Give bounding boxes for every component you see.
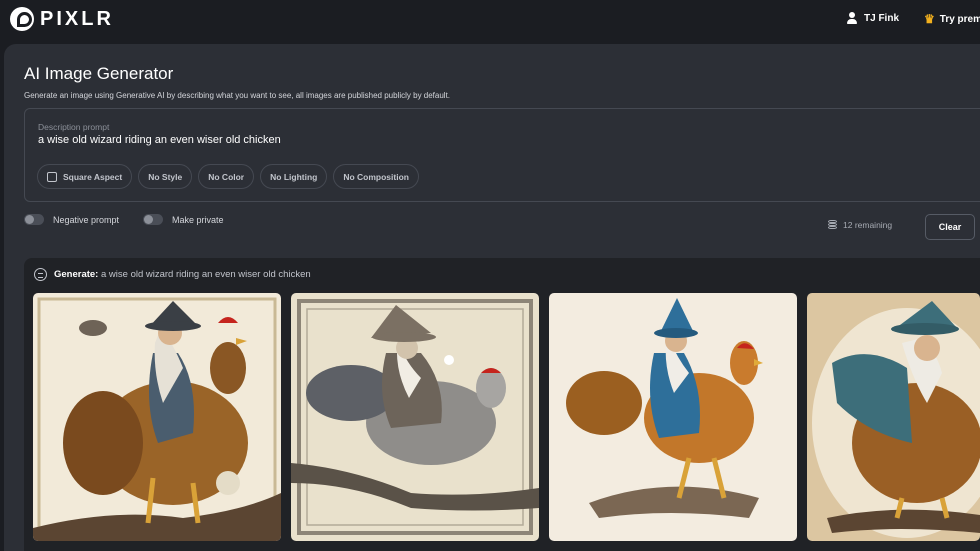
lighting-chip[interactable]: No Lighting [260, 164, 328, 189]
square-aspect-label: Square Aspect [63, 171, 123, 182]
generate-icon [34, 268, 47, 281]
square-aspect-icon [47, 171, 57, 182]
composition-chip[interactable]: No Composition [333, 164, 419, 189]
coins-icon [828, 220, 837, 230]
generate-label: Generate: [54, 269, 99, 280]
try-premium-button[interactable]: ♛ Try premium [924, 12, 980, 26]
prompt-box[interactable]: Description prompt a wise old wizard rid… [24, 108, 980, 202]
generated-image-4[interactable] [807, 293, 980, 541]
credits-remaining: 12 remaining [828, 220, 892, 230]
wizard-chicken-image-1 [33, 293, 281, 541]
wizard-chicken-image-4 [807, 293, 980, 541]
pixlr-logo-icon [10, 7, 34, 31]
brand-name: PIXLR [40, 7, 114, 30]
negative-prompt-toggle-row[interactable]: Negative prompt [24, 214, 119, 225]
make-private-toggle-row[interactable]: Make private [143, 214, 224, 225]
square-aspect-chip[interactable]: Square Aspect [37, 164, 133, 189]
generation-header: Generate: a wise old wizard riding an ev… [34, 268, 311, 281]
generated-image-2[interactable] [291, 293, 539, 541]
negative-prompt-toggle[interactable] [24, 214, 44, 225]
generation-prompt: a wise old wizard riding an even wiser o… [101, 269, 311, 280]
pixlr-logo[interactable]: PIXLR [10, 7, 114, 31]
prompt-label: Description prompt [38, 122, 110, 132]
option-chips: Square Aspect No Style No Color No Light… [37, 164, 419, 189]
generated-image-1[interactable] [33, 293, 281, 541]
page-subtitle: Generate an image using Generative AI by… [24, 91, 451, 100]
generated-image-3[interactable] [549, 293, 797, 541]
make-private-label: Make private [172, 214, 224, 225]
user-account[interactable]: TJ Fink [846, 12, 899, 24]
make-private-toggle[interactable] [143, 214, 163, 225]
prompt-input[interactable]: a wise old wizard riding an even wiser o… [38, 134, 281, 146]
color-chip[interactable]: No Color [198, 164, 255, 189]
user-icon [846, 12, 858, 24]
page-title: AI Image Generator [24, 64, 174, 83]
crown-icon: ♛ [924, 12, 935, 26]
style-chip[interactable]: No Style [138, 164, 193, 189]
top-bar: PIXLR TJ Fink ♛ Try premium [0, 0, 980, 40]
user-name: TJ Fink [864, 12, 900, 24]
wizard-chicken-image-3 [549, 293, 797, 541]
premium-label: Try premium [939, 13, 980, 25]
negative-prompt-label: Negative prompt [53, 214, 120, 225]
wizard-chicken-image-2 [291, 293, 539, 541]
clear-button[interactable]: Clear [925, 214, 975, 240]
remaining-count: 12 remaining [843, 220, 893, 230]
